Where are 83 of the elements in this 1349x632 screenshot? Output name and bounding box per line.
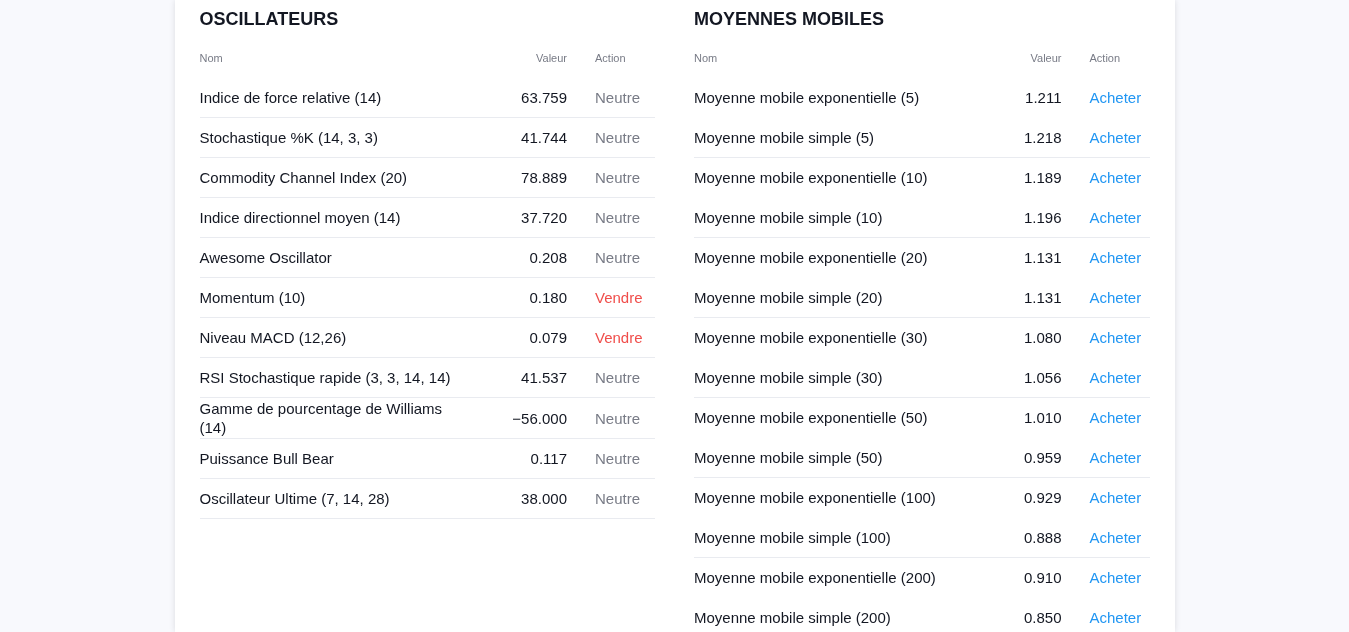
name-column-header: Nom: [694, 52, 719, 64]
indicator-value: 41.744: [520, 129, 567, 146]
action-signal: Neutre: [594, 209, 641, 226]
indicator-name: Moyenne mobile exponentielle (10): [694, 168, 929, 189]
indicator-name: Indice directionnel moyen (14): [199, 208, 402, 228]
indicator-value: 1.056: [1022, 368, 1062, 386]
indicator-name: Moyenne mobile exponentielle (5): [694, 88, 921, 109]
name-column-header: Nom: [199, 52, 224, 64]
indicator-name: Moyenne mobile simple (30): [694, 367, 884, 388]
action-signal: Vendre: [594, 289, 643, 306]
indicator-name: Awesome Oscillator: [199, 248, 333, 268]
indicator-value: 41.537: [520, 369, 567, 386]
indicator-value: 1.080: [1022, 329, 1062, 347]
indicator-name: Oscillateur Ultime (7, 14, 28): [199, 489, 391, 509]
action-signal: Neutre: [594, 129, 641, 146]
action-signal: Vendre: [594, 329, 643, 346]
action-signal: Acheter: [1088, 368, 1142, 386]
indicator-value: 37.720: [520, 209, 567, 226]
action-signal: Acheter: [1088, 489, 1142, 507]
indicator-name: Niveau MACD (12,26): [199, 328, 348, 348]
indicator-value: 0.208: [528, 249, 567, 266]
action-signal: Neutre: [594, 369, 641, 386]
indicator-value: 0.888: [1022, 528, 1062, 546]
action-signal: Acheter: [1088, 528, 1142, 546]
indicator-value: 1.196: [1022, 208, 1062, 226]
action-signal: Acheter: [1088, 249, 1142, 267]
indicator-value: 0.910: [1022, 569, 1062, 587]
action-signal: Neutre: [594, 169, 641, 186]
indicator-name: Moyenne mobile simple (5): [694, 127, 876, 148]
indicator-name: Moyenne mobile simple (50): [694, 447, 884, 468]
indicator-name: Moyenne mobile simple (20): [694, 287, 884, 308]
indicator-value: 1.010: [1022, 409, 1062, 427]
action-signal: Acheter: [1088, 409, 1142, 427]
section-title: MOYENNES MOBILES: [694, 8, 886, 31]
indicator-value: 1.218: [1022, 128, 1062, 146]
indicator-name: Stochastique %K (14, 3, 3): [199, 128, 379, 148]
action-signal: Acheter: [1088, 608, 1142, 626]
indicator-name: Moyenne mobile exponentielle (20): [694, 248, 929, 269]
indicator-name: Moyenne mobile simple (200): [694, 607, 892, 628]
value-column-header: Valeur: [1029, 52, 1062, 64]
indicator-value: 1.189: [1022, 169, 1062, 187]
indicator-value: 38.000: [520, 490, 567, 507]
action-signal: Acheter: [1088, 128, 1142, 146]
action-signal: Acheter: [1088, 89, 1142, 107]
action-signal: Acheter: [1088, 169, 1142, 187]
action-column-header: Action: [1088, 52, 1122, 64]
indicator-value: 0.117: [529, 450, 567, 467]
action-signal: Neutre: [594, 450, 641, 467]
indicator-value: 0.929: [1022, 489, 1062, 507]
action-signal: Acheter: [1088, 448, 1142, 466]
indicator-value: 1.131: [1022, 249, 1062, 267]
indicator-name: Puissance Bull Bear: [199, 449, 335, 469]
indicator-name: Moyenne mobile exponentielle (50): [694, 408, 929, 429]
indicator-name: Momentum (10): [199, 288, 307, 308]
action-signal: Neutre: [594, 249, 641, 266]
indicator-value: 78.889: [520, 169, 567, 186]
value-column-header: Valeur: [535, 52, 567, 64]
indicator-name: Gamme de pourcentage de Williams (14): [199, 399, 444, 438]
action-column-header: Action: [594, 52, 627, 64]
indicator-name: Commodity Channel Index (20): [199, 168, 409, 188]
indicator-name: Moyenne mobile simple (10): [694, 207, 884, 228]
indicator-name: Moyenne mobile exponentielle (200): [694, 568, 937, 589]
indicator-name: Moyenne mobile simple (100): [694, 527, 892, 548]
indicator-value: 0.079: [528, 329, 567, 346]
indicator-value: 0.850: [1022, 608, 1062, 626]
action-signal: Acheter: [1088, 329, 1142, 347]
indicator-value: 0.959: [1022, 448, 1062, 466]
indicator-value: 1.211: [1024, 89, 1062, 107]
indicator-value: 1.131: [1022, 288, 1062, 306]
indicator-name: Moyenne mobile exponentielle (30): [694, 328, 929, 349]
action-signal: Acheter: [1088, 208, 1142, 226]
action-signal: Neutre: [594, 89, 641, 106]
indicator-value: −56.000: [511, 409, 567, 427]
action-signal: Acheter: [1088, 288, 1142, 306]
action-signal: Neutre: [594, 490, 641, 507]
section-title: OSCILLATEURS: [199, 8, 340, 31]
action-signal: Acheter: [1088, 569, 1142, 587]
indicator-value: 63.759: [520, 89, 567, 106]
indicator-name: RSI Stochastique rapide (3, 3, 14, 14): [199, 368, 452, 388]
action-signal: Neutre: [594, 409, 641, 427]
indicator-name: Moyenne mobile exponentielle (100): [694, 488, 937, 509]
indicator-value: 0.180: [528, 289, 567, 306]
indicator-name: Indice de force relative (14): [199, 88, 383, 108]
